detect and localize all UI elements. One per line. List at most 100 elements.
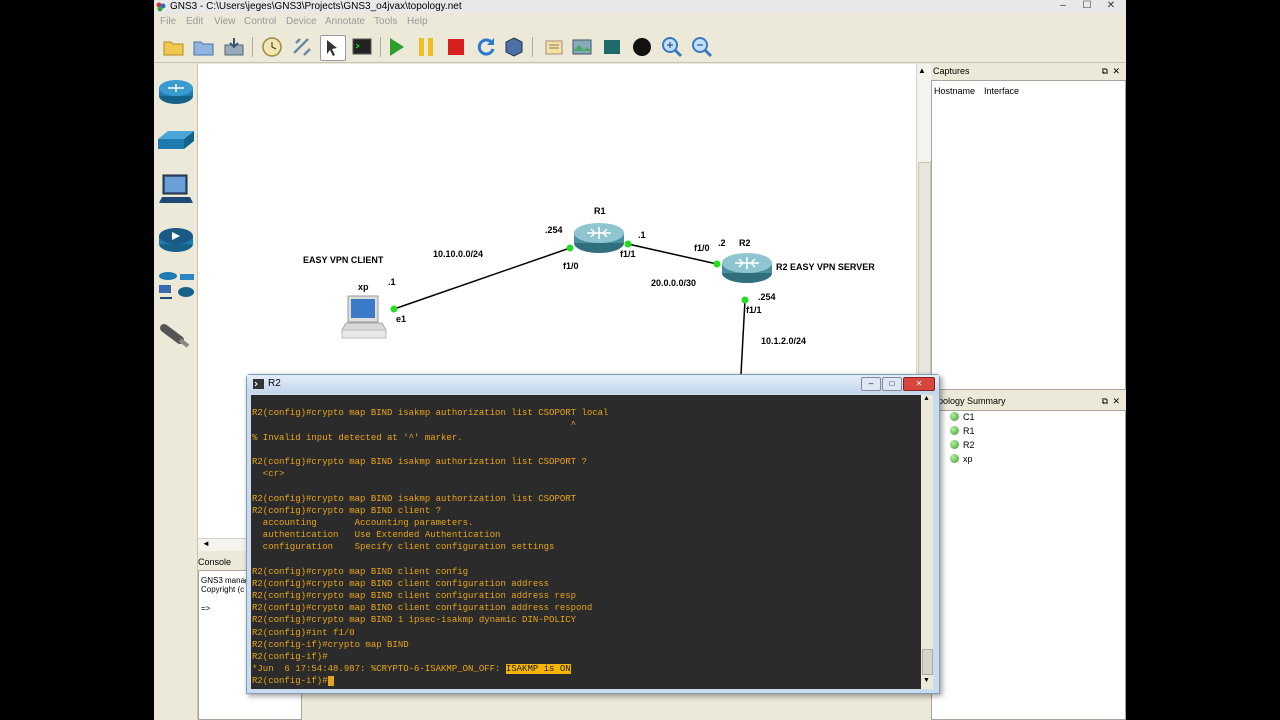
r1-ip-right: .1: [638, 230, 646, 240]
terminal-scrollbar[interactable]: ▲ ▼: [921, 395, 933, 689]
menu-device[interactable]: Device: [286, 16, 317, 27]
toolbar-separator: [532, 37, 533, 57]
save-icon[interactable]: [222, 35, 246, 59]
terminal-line: R2(config-if)#: [252, 651, 328, 662]
terminal-prompt-line[interactable]: R2(config-if)#: [251, 675, 921, 687]
menu-view[interactable]: View: [214, 16, 236, 27]
picture-icon[interactable]: [570, 35, 594, 59]
captures-header: Captures ⧉ ✕: [931, 64, 1126, 78]
net2-label: 20.0.0.0/30: [651, 278, 697, 288]
clock-icon[interactable]: [260, 35, 284, 59]
scroll-left-icon[interactable]: ◄: [202, 539, 210, 548]
router-r1-icon[interactable]: [572, 219, 626, 255]
undock-icon[interactable]: ⧉: [1102, 64, 1108, 78]
menu-file[interactable]: File: [160, 16, 176, 27]
captures-col-hostname[interactable]: Hostname: [934, 86, 975, 96]
summary-node[interactable]: C1: [950, 411, 975, 424]
summary-node[interactable]: R2: [950, 439, 975, 452]
open-project-icon[interactable]: [192, 35, 216, 59]
menu-control[interactable]: Control: [244, 16, 276, 27]
suspend-icon[interactable]: [414, 35, 438, 59]
minimize-button[interactable]: –: [1052, 0, 1074, 12]
status-ok-icon: [950, 426, 959, 435]
log-highlight: ISAKMP is ON: [505, 664, 571, 675]
captures-title: Captures: [933, 66, 970, 76]
host-xp-icon[interactable]: [338, 294, 390, 342]
r2-ip-left: .2: [718, 238, 726, 248]
close-button[interactable]: ✕: [1100, 0, 1122, 12]
r1-if-right: f1/1: [620, 249, 636, 259]
cable-icon[interactable]: [156, 318, 196, 352]
terminal-line: R2(config)#crypto map BIND isakmp author…: [252, 493, 577, 504]
r2-ip-down: .254: [758, 292, 776, 302]
router-r2-icon[interactable]: [720, 249, 774, 285]
ellipse-icon[interactable]: [630, 35, 654, 59]
captures-table[interactable]: Hostname Interface: [931, 80, 1126, 390]
terminal-window-r2[interactable]: R2 – □ ✕ R2(config)#crypto map BIND isak…: [246, 374, 940, 694]
rectangle-icon[interactable]: [600, 35, 624, 59]
topology-summary-list[interactable]: C1 R1 R2 xp: [931, 410, 1126, 720]
terminal-output[interactable]: R2(config)#crypto map BIND isakmp author…: [251, 395, 921, 689]
scroll-up-icon[interactable]: ▲: [923, 395, 930, 402]
note-icon[interactable]: [542, 35, 566, 59]
terminal-line: accounting Accounting parameters.: [252, 517, 474, 528]
stop-icon[interactable]: [444, 35, 468, 59]
close-dock-icon[interactable]: ✕: [1112, 64, 1120, 78]
toolbar: [154, 31, 1126, 63]
terminal-maximize-button[interactable]: □: [882, 377, 902, 391]
r2-name: R2: [739, 238, 751, 248]
console-icon[interactable]: [350, 35, 374, 59]
menu-help[interactable]: Help: [407, 16, 428, 27]
all-devices-icon[interactable]: [156, 268, 196, 302]
terminal-line: R2(config)#crypto map BIND client config: [252, 566, 469, 577]
undock-icon[interactable]: ⧉: [1102, 394, 1108, 408]
toolbar-separator: [380, 37, 381, 57]
menu-annotate[interactable]: Annotate: [325, 16, 365, 27]
captures-dock: Captures ⧉ ✕ Hostname Interface: [931, 64, 1126, 390]
reload-icon[interactable]: [474, 35, 498, 59]
zoom-out-icon[interactable]: [690, 35, 714, 59]
r1-if-left: f1/0: [563, 261, 579, 271]
window-title: GNS3 - C:\Users\jeges\GNS3\Projects\GNS3…: [170, 1, 462, 12]
open-folder-icon[interactable]: [162, 35, 186, 59]
start-icon[interactable]: [384, 35, 408, 59]
router-icon[interactable]: [156, 75, 196, 109]
scroll-thumb[interactable]: [922, 649, 933, 675]
maximize-button[interactable]: ☐: [1076, 0, 1098, 12]
summary-node[interactable]: xp: [950, 453, 973, 466]
scroll-up-icon[interactable]: ▲: [918, 66, 926, 75]
terminal-close-button[interactable]: ✕: [903, 377, 935, 391]
terminal-line: R2(config-if)#crypto map BIND: [252, 639, 409, 650]
terminal-line: authentication Use Extended Authenticati…: [252, 530, 501, 541]
terminal-line: ^: [252, 420, 577, 431]
terminal-minimize-button[interactable]: –: [861, 377, 881, 391]
console-title: Console: [198, 557, 232, 567]
scroll-down-icon[interactable]: ▼: [923, 677, 930, 684]
terminal-icon: [253, 379, 264, 389]
select-icon[interactable]: [320, 35, 346, 61]
log-prefix: *Jun 6 17:54:48.987: %CRYPTO-6-ISAKMP_ON…: [252, 664, 506, 675]
zoom-in-icon[interactable]: [660, 35, 684, 59]
menu-edit[interactable]: Edit: [186, 16, 203, 27]
switch-icon[interactable]: [156, 125, 196, 159]
title-bar: GNS3 - C:\Users\jeges\GNS3\Projects\GNS3…: [154, 0, 1126, 14]
r2-label: R2 EASY VPN SERVER: [776, 262, 875, 272]
host-icon[interactable]: [156, 173, 196, 207]
captures-col-interface[interactable]: Interface: [984, 86, 1019, 96]
terminal-line: R2(config)#crypto map BIND client ?: [252, 505, 442, 516]
summary-node[interactable]: R1: [950, 425, 975, 438]
menu-tools[interactable]: Tools: [374, 16, 397, 27]
device-palette: [154, 63, 198, 720]
terminal-line: % Invalid input detected at '^' marker.: [252, 432, 463, 443]
close-dock-icon[interactable]: ✕: [1112, 394, 1120, 408]
terminal-line: R2(config)#crypto map BIND isakmp author…: [252, 408, 609, 419]
security-device-icon[interactable]: [156, 223, 196, 257]
snapshot-icon[interactable]: [290, 35, 314, 59]
topology-summary-header: opology Summary ⧉ ✕: [931, 394, 1126, 408]
terminal-title-bar[interactable]: R2 – □ ✕: [247, 375, 939, 393]
status-ok-icon: [950, 454, 959, 463]
virtualbox-icon[interactable]: [502, 35, 526, 59]
